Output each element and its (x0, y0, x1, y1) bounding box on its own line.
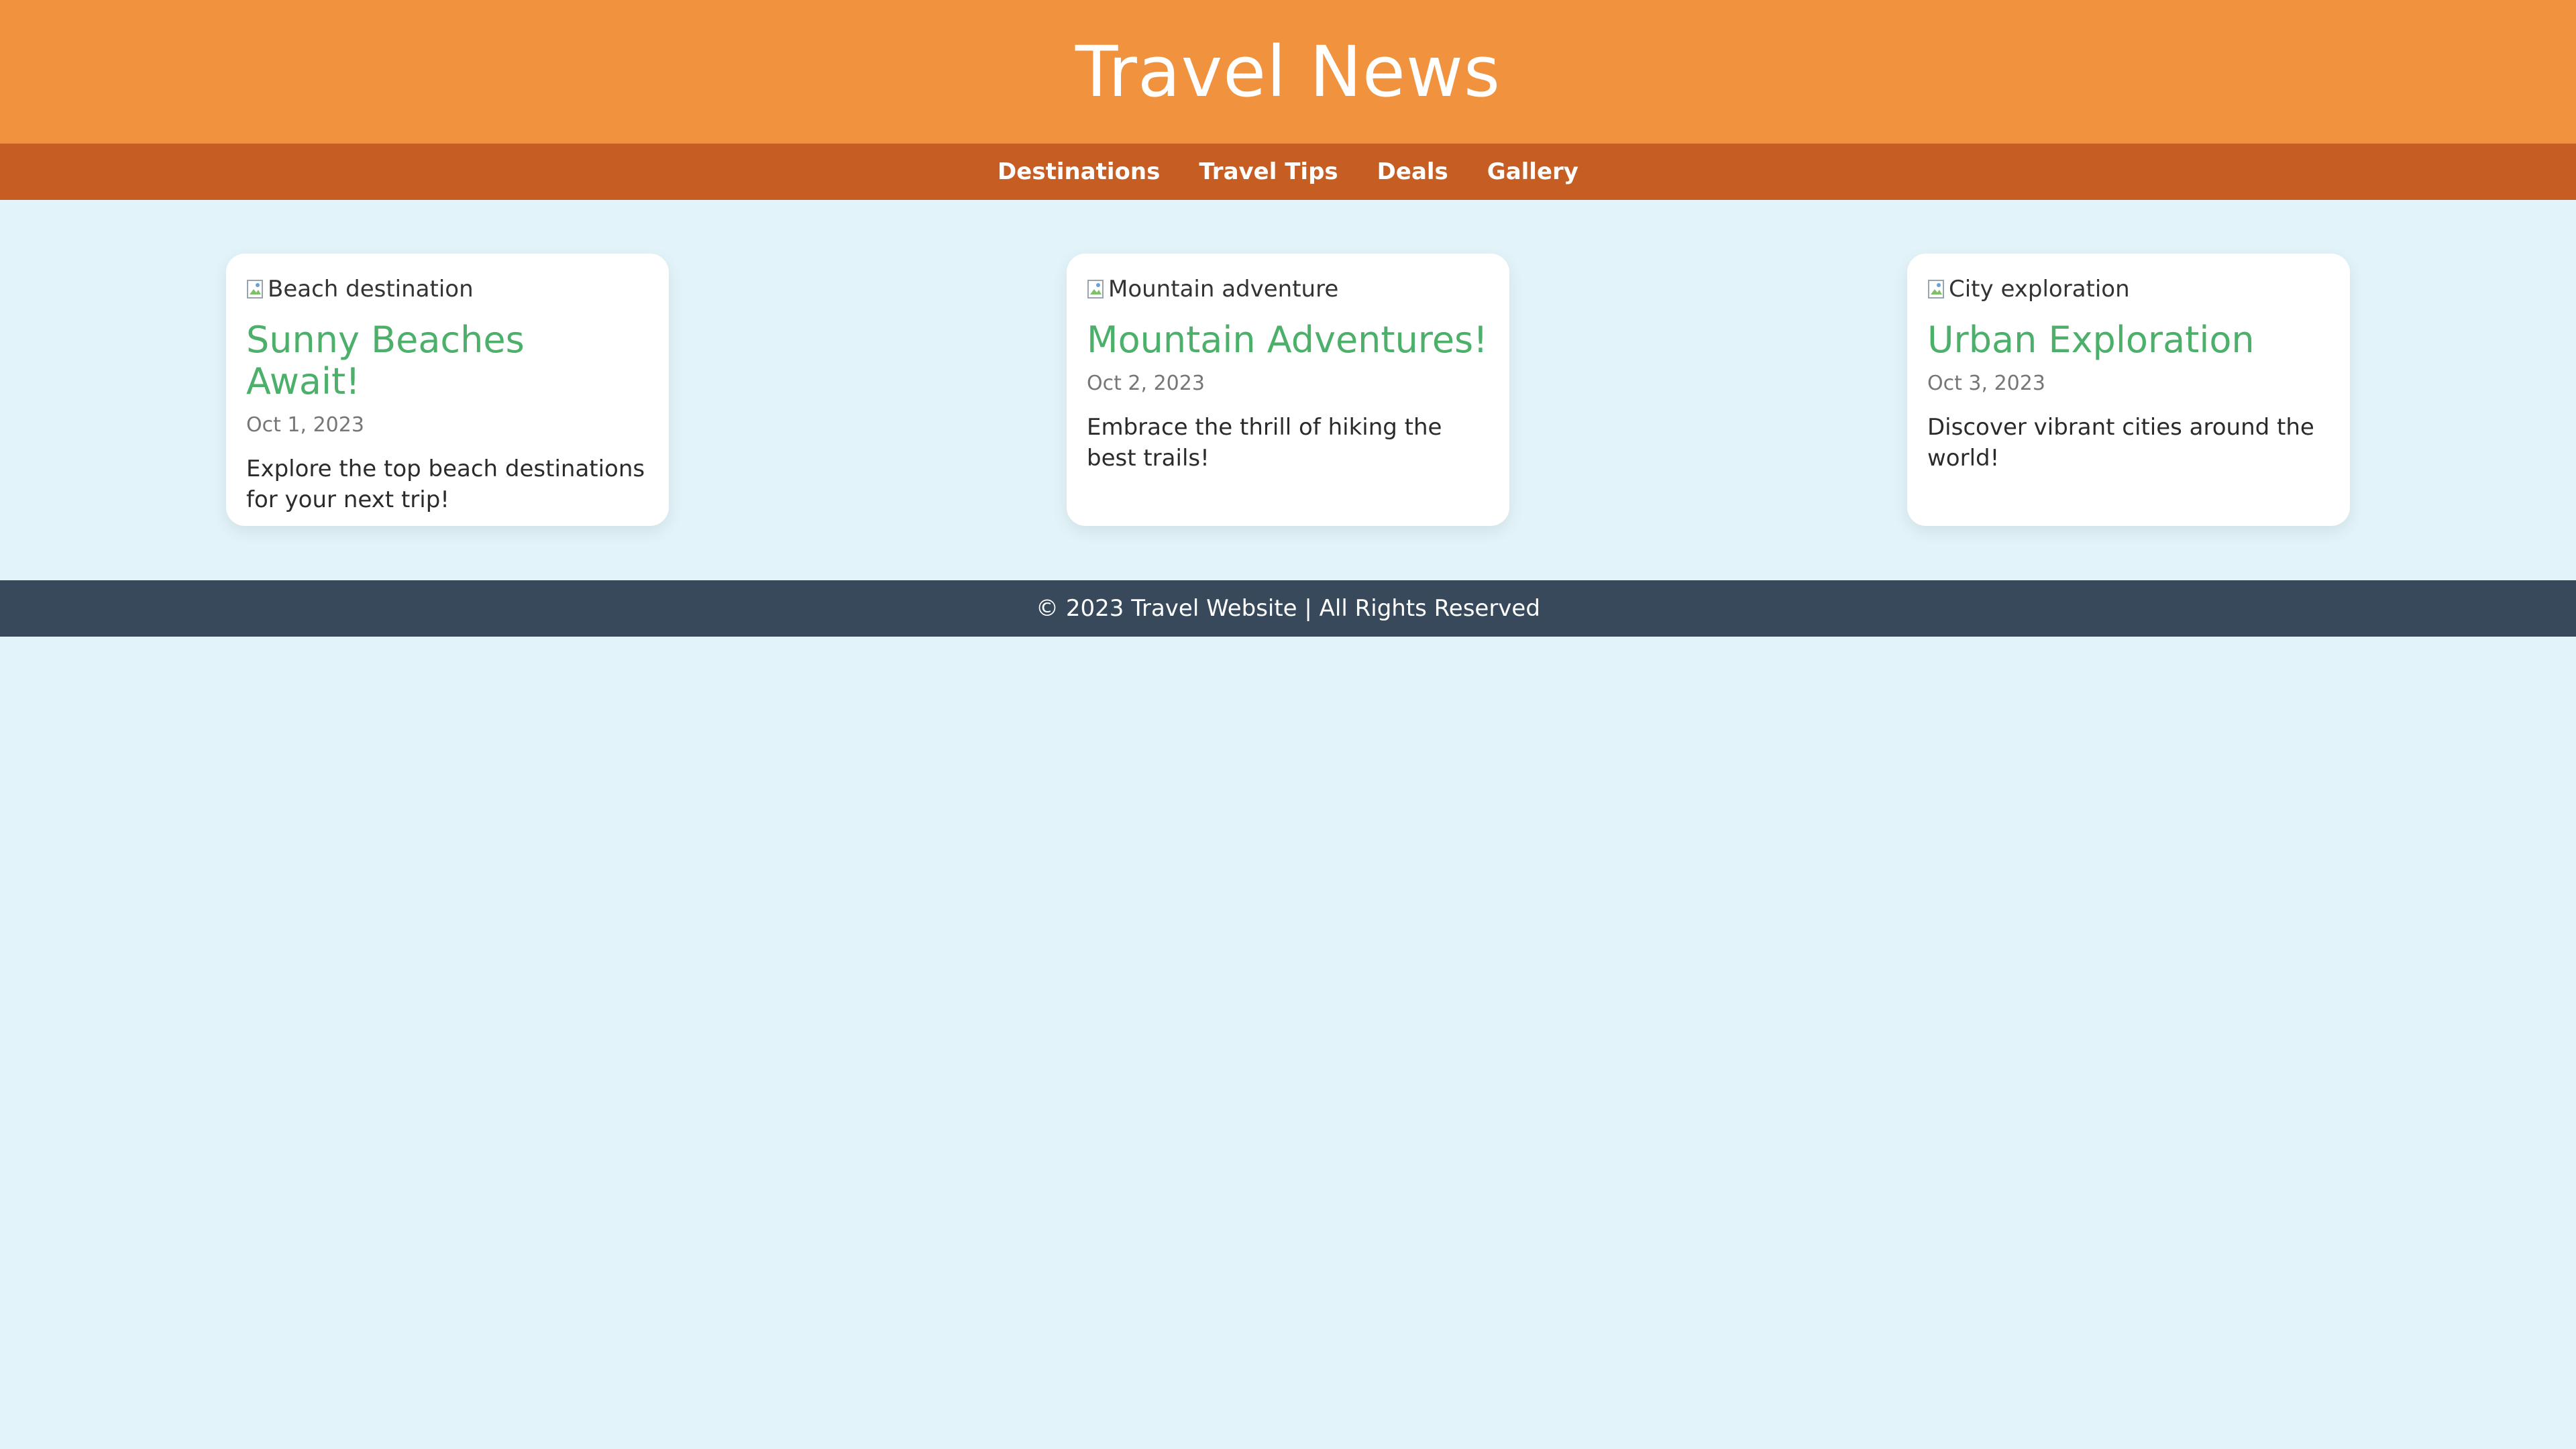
article-list: Beach destination Sunny Beaches Await! O… (0, 200, 2576, 580)
article-title[interactable]: Sunny Beaches Await! (246, 319, 649, 402)
nav-link-travel-tips[interactable]: Travel Tips (1199, 158, 1338, 185)
article-date: Oct 1, 2023 (246, 413, 364, 437)
article-card: Beach destination Sunny Beaches Await! O… (226, 254, 669, 526)
article-summary: Explore the top beach destinations for y… (246, 455, 645, 514)
article-summary: Discover vibrant cities around the world… (1927, 414, 2314, 472)
article-image-alt: Beach destination (268, 276, 474, 303)
site-title: Travel News (1075, 31, 1501, 113)
footer-copyright: © 2023 Travel Website | All Rights Reser… (1036, 595, 1540, 622)
article-image-alt: Mountain adventure (1108, 276, 1339, 303)
site-header: Travel News (0, 0, 2576, 144)
article-image: Mountain adventure (1087, 272, 1489, 306)
nav-link-deals[interactable]: Deals (1377, 158, 1448, 185)
main-nav: Destinations Travel Tips Deals Gallery (0, 144, 2576, 200)
article-date: Oct 2, 2023 (1087, 372, 1205, 396)
nav-link-gallery[interactable]: Gallery (1487, 158, 1578, 185)
broken-image-icon (1927, 278, 1947, 300)
article-date: Oct 3, 2023 (1927, 372, 2045, 396)
article-image: Beach destination (246, 272, 649, 306)
broken-image-icon (246, 278, 266, 300)
nav-link-destinations[interactable]: Destinations (998, 158, 1160, 185)
article-card: Mountain adventure Mountain Adventures! … (1067, 254, 1509, 526)
article-card: City exploration Urban Exploration Oct 3… (1907, 254, 2350, 526)
broken-image-icon (1087, 278, 1107, 300)
article-image-alt: City exploration (1949, 276, 2130, 303)
article-title[interactable]: Urban Exploration (1927, 319, 2330, 361)
site-footer: © 2023 Travel Website | All Rights Reser… (0, 580, 2576, 637)
article-summary: Embrace the thrill of hiking the best tr… (1087, 414, 1442, 472)
article-image: City exploration (1927, 272, 2330, 306)
article-title[interactable]: Mountain Adventures! (1087, 319, 1489, 361)
